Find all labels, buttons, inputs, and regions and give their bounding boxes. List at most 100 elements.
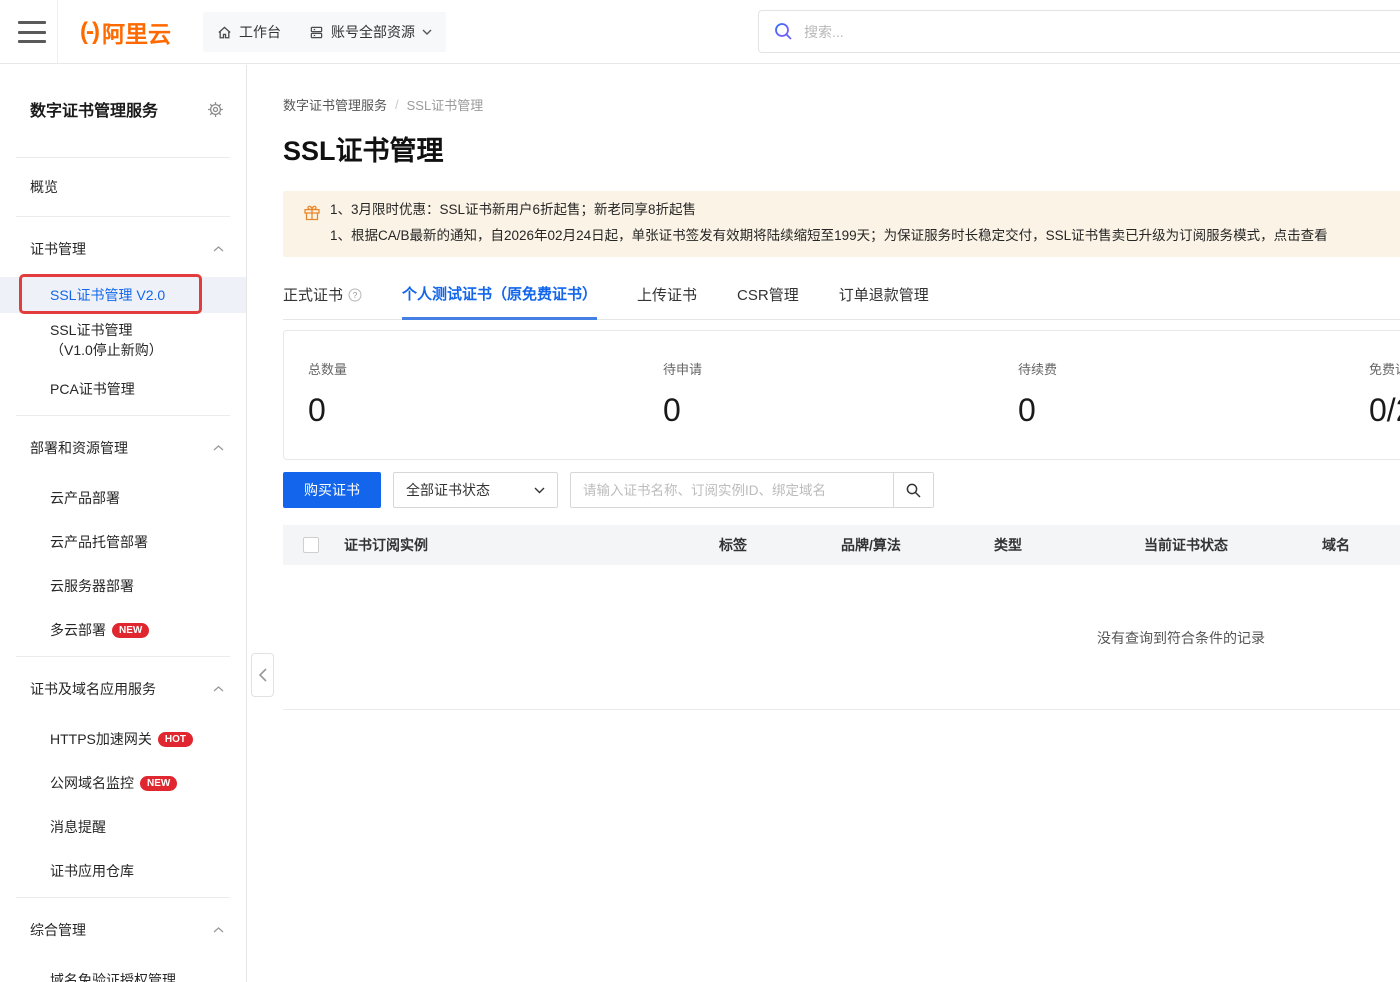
main-content: 数字证书管理服务 / SSL证书管理 SSL证书管理 1、3月限时优惠：SSL证… xyxy=(248,64,1400,710)
global-search-input[interactable] xyxy=(804,23,1400,40)
cert-search-button[interactable] xyxy=(893,473,933,507)
sidebar-item-label: 多云部署 NEW xyxy=(50,620,150,640)
cert-status-filter-value: 全部证书状态 xyxy=(406,482,490,498)
cert-search-group xyxy=(570,472,934,508)
sidebar-item-label: SSL证书管理 V2.0 xyxy=(50,287,166,303)
sidebar-group-cert-management[interactable]: 证书管理 xyxy=(0,221,246,277)
sidebar-item-pca-cert[interactable]: PCA证书管理 xyxy=(0,367,246,411)
sidebar-item-ssl-cert-v1[interactable]: SSL证书管理 （V1.0停止新购） xyxy=(0,313,246,367)
resources-icon xyxy=(310,26,323,38)
breadcrumb-current: SSL证书管理 xyxy=(406,98,484,113)
stat-label: 总数量 xyxy=(308,362,348,377)
sidebar-item-overview[interactable]: 概览 xyxy=(0,162,246,212)
sidebar-item-https-gateway[interactable]: HTTPS加速网关 HOT xyxy=(0,717,246,761)
breadcrumb-separator: / xyxy=(395,97,399,112)
buy-cert-button[interactable]: 购买证书 xyxy=(283,472,381,508)
sidebar-item-cloud-product-deploy[interactable]: 云产品部署 xyxy=(0,476,246,520)
account-resources-label: 账号全部资源 xyxy=(331,24,415,40)
sidebar-group-label: 部署和资源管理 xyxy=(30,440,128,456)
sidebar-collapse-button[interactable] xyxy=(251,653,274,697)
column-header-cert-status: 当前证书状态 xyxy=(1144,537,1228,553)
stat-label: 免费证书 xyxy=(1369,362,1400,377)
chevron-down-icon xyxy=(422,29,432,35)
sidebar-item-hosted-deploy[interactable]: 云产品托管部署 xyxy=(0,520,246,564)
sidebar-group-deploy-resources[interactable]: 部署和资源管理 xyxy=(0,420,246,476)
breadcrumb: 数字证书管理服务 / SSL证书管理 xyxy=(283,95,1400,114)
top-bar: (-) 阿里云 工作台 账号全部资源 xyxy=(0,0,1400,64)
sidebar-item-label: SSL证书管理 xyxy=(50,322,133,338)
home-icon xyxy=(218,26,231,38)
column-header-tag: 标签 xyxy=(719,537,747,553)
workbench-label: 工作台 xyxy=(239,24,281,40)
stat-pending-apply: 待申请 0 xyxy=(663,359,702,429)
sidebar-item-label: 消息提醒 xyxy=(50,819,106,835)
tab-label: 订单退款管理 xyxy=(838,287,929,304)
sidebar-item-server-deploy[interactable]: 云服务器部署 xyxy=(0,564,246,608)
sidebar-group-label: 证书及域名应用服务 xyxy=(30,681,156,697)
help-icon[interactable]: ? xyxy=(348,288,362,302)
stat-free-cert: 免费证书 0/20 xyxy=(1369,359,1400,429)
sidebar-item-multicloud-deploy[interactable]: 多云部署 NEW xyxy=(0,608,246,652)
sidebar-item-message-notify[interactable]: 消息提醒 xyxy=(0,805,246,849)
sidebar-divider xyxy=(16,897,230,898)
search-icon xyxy=(775,23,792,40)
search-icon xyxy=(906,483,921,498)
stat-value: 0 xyxy=(308,392,326,428)
sidebar-group-general-management[interactable]: 综合管理 xyxy=(0,902,246,958)
tab-upload-cert[interactable]: 上传证书 xyxy=(637,283,697,319)
breadcrumb-root[interactable]: 数字证书管理服务 xyxy=(283,95,387,114)
stats-card: 总数量 0 待申请 0 待续费 0 免费证书 0/20 xyxy=(283,330,1400,460)
workbench-button[interactable]: 工作台 xyxy=(203,12,295,52)
sidebar-item-domain-auth[interactable]: 域名免验证授权管理 xyxy=(0,958,246,982)
cert-status-filter[interactable]: 全部证书状态 xyxy=(393,472,558,508)
tab-label: CSR管理 xyxy=(737,287,799,304)
empty-state-text: 没有查询到符合条件的记录 xyxy=(1097,630,1265,646)
sidebar-divider xyxy=(16,415,230,416)
aliyun-logo[interactable]: (-) 阿里云 xyxy=(80,0,171,63)
sidebar-item-label: 域名免验证授权管理 xyxy=(50,972,176,982)
table-header: 证书订阅实例 标签 品牌/算法 类型 当前证书状态 域名 xyxy=(283,525,1400,565)
sidebar-title: 数字证书管理服务 xyxy=(30,103,159,120)
column-header-brand-algorithm: 品牌/算法 xyxy=(841,537,901,553)
tab-label: 个人测试证书（原免费证书） xyxy=(402,286,598,303)
sidebar-item-label: HTTPS加速网关 HOT xyxy=(50,729,193,749)
sidebar-divider xyxy=(16,656,230,657)
chevron-down-icon xyxy=(534,487,545,493)
gear-icon[interactable] xyxy=(207,101,224,118)
tab-csr-management[interactable]: CSR管理 xyxy=(737,283,799,319)
sidebar-item-cert-repo[interactable]: 证书应用仓库 xyxy=(0,849,246,893)
stat-value: 0/20 xyxy=(1369,392,1400,428)
notice-line-2: 1、根据CA/B最新的通知，自2026年02月24日起，单张证书签发有效期将陆续… xyxy=(330,228,1328,243)
stat-total: 总数量 0 xyxy=(308,359,347,429)
tab-formal-cert[interactable]: 正式证书 ? xyxy=(283,283,362,319)
aliyun-logo-mark: (-) xyxy=(80,17,100,45)
sidebar-group-label: 证书管理 xyxy=(30,241,86,257)
hamburger-menu-icon[interactable] xyxy=(18,21,46,43)
sidebar-item-label: 云产品托管部署 xyxy=(50,534,148,550)
account-resources-button[interactable]: 账号全部资源 xyxy=(295,12,446,52)
select-all-checkbox[interactable] xyxy=(303,537,319,553)
sidebar-item-label: 证书应用仓库 xyxy=(50,863,134,879)
tab-personal-test-cert[interactable]: 个人测试证书（原免费证书） xyxy=(402,283,598,320)
sidebar-item-domain-monitor[interactable]: 公网域名监控 NEW xyxy=(0,761,246,805)
column-header-domain: 域名 xyxy=(1322,537,1350,553)
chevron-up-icon xyxy=(213,445,224,451)
chevron-up-icon xyxy=(213,927,224,933)
notice-banner: 1、3月限时优惠：SSL证书新用户6折起售；新老同享8折起售 1、根据CA/B最… xyxy=(283,191,1400,257)
cert-search-input[interactable] xyxy=(571,473,893,507)
stat-label: 待续费 xyxy=(1018,362,1058,377)
sidebar-item-label: PCA证书管理 xyxy=(50,381,135,397)
sidebar-item-ssl-cert-v2[interactable]: SSL证书管理 V2.0 xyxy=(0,274,246,314)
tab-order-refund[interactable]: 订单退款管理 xyxy=(839,283,929,319)
page-title: SSL证书管理 xyxy=(283,136,444,166)
column-header-type: 类型 xyxy=(994,537,1022,553)
tab-bar: 正式证书 ? 个人测试证书（原免费证书） 上传证书 CSR管理 订单退款管理 xyxy=(283,283,1400,320)
table-empty-state: 没有查询到符合条件的记录 xyxy=(283,565,1400,710)
sidebar-group-cert-domain-services[interactable]: 证书及域名应用服务 xyxy=(0,661,246,717)
sidebar: 数字证书管理服务 概览 证书管理 SSL证书管理 V2.0 SSL证书管理 （V… xyxy=(0,65,247,982)
global-search-box[interactable] xyxy=(758,10,1400,53)
sidebar-item-label: 云服务器部署 xyxy=(50,578,134,594)
notice-line-1: 1、3月限时优惠：SSL证书新用户6折起售；新老同享8折起售 xyxy=(330,202,697,217)
svg-text:?: ? xyxy=(353,290,358,300)
chevron-up-icon xyxy=(213,686,224,692)
